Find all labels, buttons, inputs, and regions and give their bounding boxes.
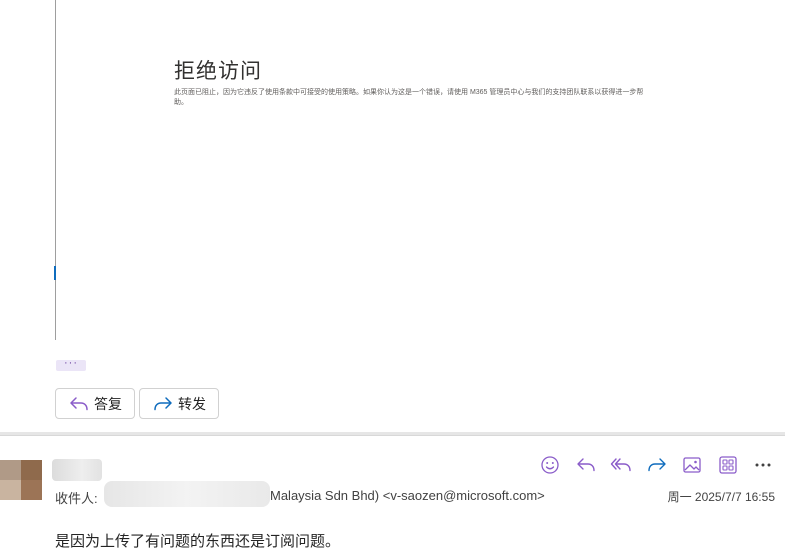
sender-avatar[interactable]	[0, 460, 42, 500]
message-body: 是因为上传了有问题的东西还是订阅问题。	[55, 533, 341, 550]
blocked-page-title: 拒绝访问	[174, 60, 262, 83]
emoji-icon[interactable]	[538, 454, 562, 476]
message-divider	[0, 432, 785, 436]
message-date: 周一 2025/7/7 16:55	[667, 490, 775, 504]
recipient-redacted	[104, 481, 270, 507]
more-icon[interactable]	[751, 454, 775, 476]
image-icon[interactable]	[680, 454, 704, 476]
to-label: 收件人:	[55, 491, 98, 506]
reply-button[interactable]: 答复	[55, 388, 135, 419]
forward-label: 转发	[178, 395, 206, 412]
sender-name-redacted[interactable]	[52, 459, 102, 481]
reply-icon[interactable]	[574, 454, 598, 476]
reply-icon	[68, 394, 90, 414]
scroll-marker	[54, 266, 56, 280]
forward-button[interactable]: 转发	[139, 388, 219, 419]
recipient-text[interactable]: Malaysia Sdn Bhd) <v-saozen@microsoft.co…	[270, 488, 545, 503]
forward-icon[interactable]	[645, 454, 669, 476]
reading-pane: 拒绝访问 此页面已阻止，因为它违反了使用条款中可接受的使用策略。如果你认为这是一…	[0, 0, 785, 554]
forward-icon	[152, 394, 174, 414]
reply-label: 答复	[94, 395, 122, 412]
reply-all-icon[interactable]	[609, 454, 633, 476]
message-toolbar	[538, 454, 775, 476]
embedded-content-border	[55, 0, 56, 340]
blocked-page-message: 此页面已阻止，因为它违反了使用条款中可接受的使用策略。如果你认为这是一个错误，请…	[174, 89, 644, 106]
apps-icon[interactable]	[716, 454, 740, 476]
show-trimmed-content-button[interactable]: ···	[56, 358, 86, 371]
